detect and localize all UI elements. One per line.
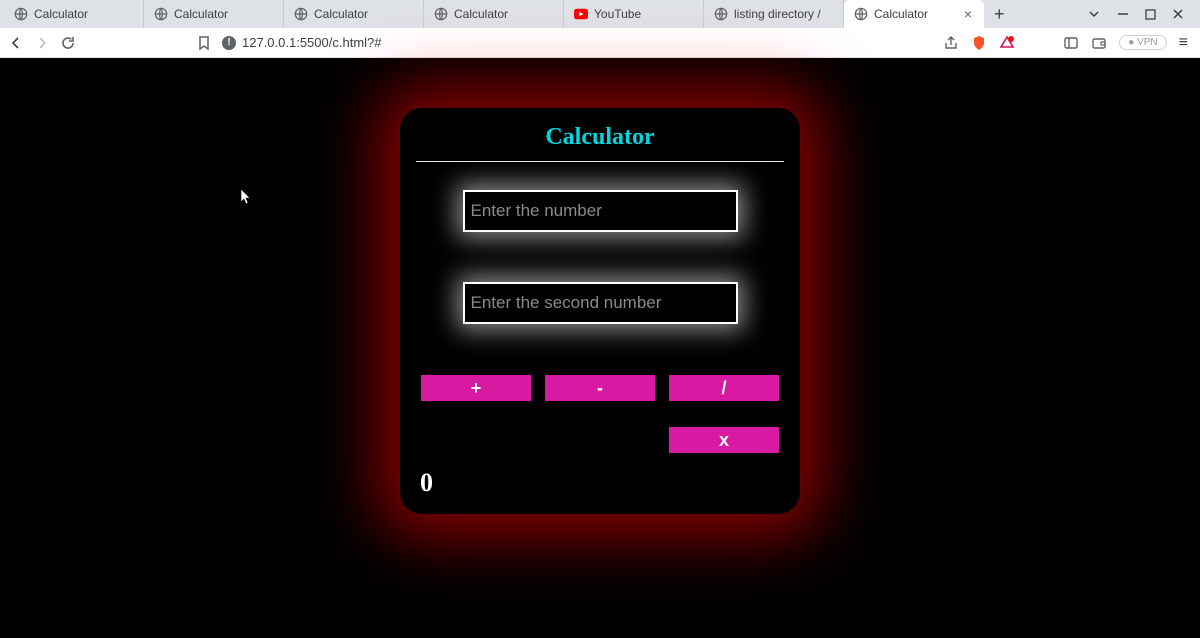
chevron-down-icon[interactable]: [1087, 7, 1101, 21]
close-tab-icon[interactable]: ×: [962, 6, 974, 22]
toolbar-right: ● VPN ≡: [943, 34, 1192, 52]
globe-icon: [434, 7, 448, 21]
tab-label: Calculator: [454, 7, 508, 21]
first-number-input[interactable]: [463, 190, 738, 232]
menu-icon[interactable]: ≡: [1179, 34, 1188, 52]
cursor-pointer-icon: [240, 188, 252, 206]
share-icon[interactable]: [943, 35, 959, 51]
tab-calculator-2[interactable]: Calculator: [144, 0, 284, 28]
globe-icon: [714, 7, 728, 21]
url-text: 127.0.0.1:5500/c.html?#: [242, 35, 382, 50]
add-button[interactable]: +: [420, 374, 532, 402]
tab-calculator-3[interactable]: Calculator: [284, 0, 424, 28]
tab-calculator-4[interactable]: Calculator: [424, 0, 564, 28]
youtube-icon: [574, 7, 588, 21]
page-viewport: Calculator + - / x 0: [0, 58, 1200, 638]
new-tab-button[interactable]: +: [984, 4, 1015, 25]
result-display: 0: [416, 468, 784, 498]
wallet-icon[interactable]: [1091, 35, 1107, 51]
calculator-title: Calculator: [416, 124, 784, 161]
reload-icon[interactable]: [60, 35, 76, 51]
globe-icon: [154, 7, 168, 21]
back-icon[interactable]: [8, 35, 24, 51]
multiply-button[interactable]: x: [668, 426, 780, 454]
tab-label: YouTube: [594, 7, 641, 21]
subtract-button[interactable]: -: [544, 374, 656, 402]
tab-label: Calculator: [174, 7, 228, 21]
minimize-icon[interactable]: [1117, 8, 1129, 20]
tab-label: Calculator: [874, 7, 928, 21]
calculator-card: Calculator + - / x 0: [400, 108, 800, 514]
tab-strip: Calculator Calculator Calculator Calcula…: [0, 0, 1200, 28]
tab-calculator-1[interactable]: Calculator: [4, 0, 144, 28]
tab-label: Calculator: [34, 7, 88, 21]
globe-icon: [854, 7, 868, 21]
second-number-input[interactable]: [463, 282, 738, 324]
tab-calculator-active[interactable]: Calculator ×: [844, 0, 984, 28]
toolbar: ! 127.0.0.1:5500/c.html?# ● VPN ≡: [0, 28, 1200, 58]
bookmark-icon[interactable]: [196, 35, 212, 51]
vpn-badge[interactable]: ● VPN: [1119, 35, 1166, 50]
site-info-icon[interactable]: !: [222, 36, 236, 50]
globe-icon: [294, 7, 308, 21]
address-bar[interactable]: ! 127.0.0.1:5500/c.html?#: [222, 35, 933, 50]
divide-button[interactable]: /: [668, 374, 780, 402]
globe-icon: [14, 7, 28, 21]
tab-label: Calculator: [314, 7, 368, 21]
maximize-icon[interactable]: [1145, 9, 1156, 20]
close-window-icon[interactable]: [1172, 8, 1184, 20]
window-controls: [1075, 7, 1196, 21]
forward-icon[interactable]: [34, 35, 50, 51]
tab-youtube[interactable]: YouTube: [564, 0, 704, 28]
brave-rewards-icon[interactable]: [999, 35, 1015, 51]
brave-shield-icon[interactable]: [971, 35, 987, 51]
tab-listing-directory[interactable]: listing directory /: [704, 0, 844, 28]
tab-label: listing directory /: [734, 7, 821, 21]
browser-chrome: Calculator Calculator Calculator Calcula…: [0, 0, 1200, 58]
divider: [416, 161, 784, 162]
sidebar-icon[interactable]: [1063, 35, 1079, 51]
